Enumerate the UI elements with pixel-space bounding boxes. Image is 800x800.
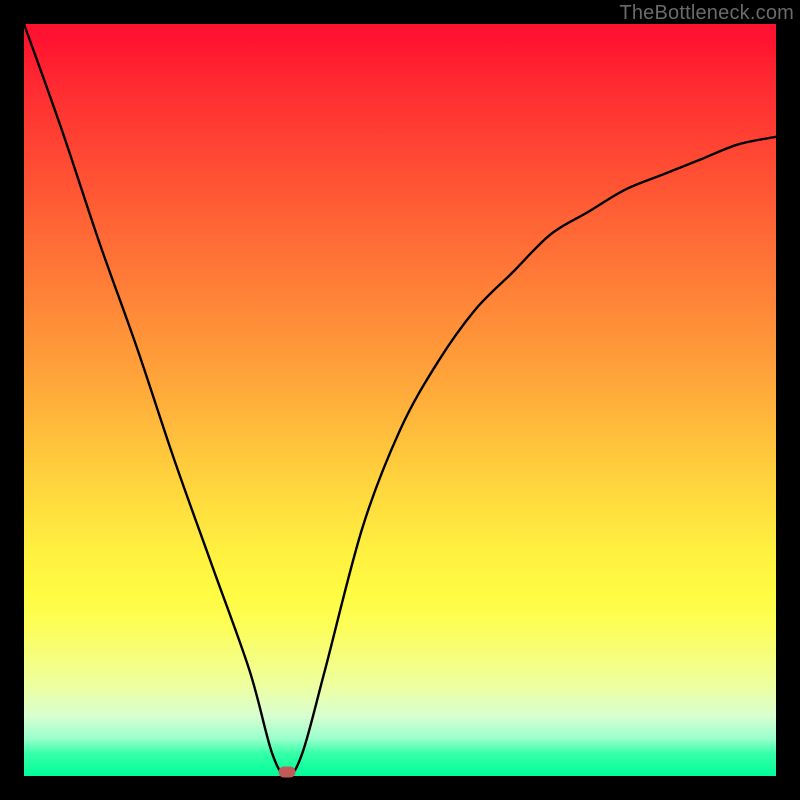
watermark-label: TheBottleneck.com bbox=[619, 2, 794, 25]
optimum-marker bbox=[279, 767, 296, 778]
chart-curve bbox=[24, 24, 776, 776]
plot-area bbox=[24, 24, 776, 776]
